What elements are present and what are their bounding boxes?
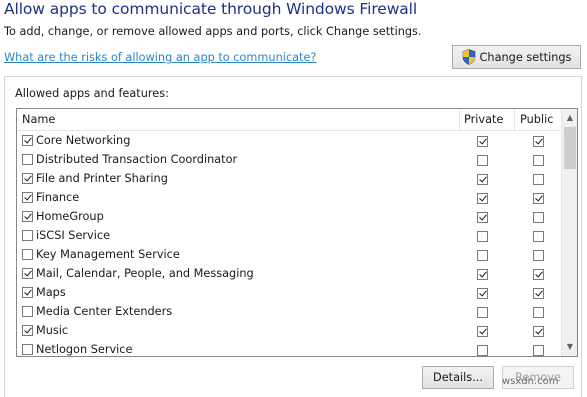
private-network-checkbox[interactable] xyxy=(477,193,488,204)
private-network-checkbox[interactable] xyxy=(477,155,488,166)
app-name-label: Music xyxy=(36,324,69,337)
app-name-cell: Media Center Extenders xyxy=(22,305,172,318)
column-divider xyxy=(459,109,460,131)
allowed-apps-title: Allowed apps and features: xyxy=(15,87,169,100)
private-network-checkbox[interactable] xyxy=(477,345,488,356)
app-enabled-checkbox[interactable] xyxy=(22,287,33,298)
app-enabled-checkbox[interactable] xyxy=(22,344,33,355)
app-name-cell: Netlogon Service xyxy=(22,343,132,356)
public-network-checkbox[interactable] xyxy=(533,269,544,280)
public-network-checkbox[interactable] xyxy=(533,250,544,261)
list-item[interactable]: File and Printer Sharing xyxy=(17,170,561,189)
change-settings-button[interactable]: Change settings xyxy=(452,45,581,69)
app-name-label: Finance xyxy=(36,191,80,204)
app-rows: Core Networking Distributed Transaction C… xyxy=(17,132,561,356)
private-network-checkbox[interactable] xyxy=(477,174,488,185)
private-network-checkbox[interactable] xyxy=(477,307,488,318)
app-enabled-checkbox[interactable] xyxy=(22,135,33,146)
app-name-label: Mail, Calendar, People, and Messaging xyxy=(36,267,254,280)
app-enabled-checkbox[interactable] xyxy=(22,325,33,336)
risks-link[interactable]: What are the risks of allowing an app to… xyxy=(4,51,316,64)
app-enabled-checkbox[interactable] xyxy=(22,268,33,279)
app-name-label: File and Printer Sharing xyxy=(36,172,168,185)
list-item[interactable]: Maps xyxy=(17,284,561,303)
app-enabled-checkbox[interactable] xyxy=(22,230,33,241)
column-divider xyxy=(514,109,515,131)
public-network-checkbox[interactable] xyxy=(533,174,544,185)
public-network-checkbox[interactable] xyxy=(533,345,544,356)
private-network-checkbox[interactable] xyxy=(477,231,488,242)
list-item[interactable]: Distributed Transaction Coordinator xyxy=(17,151,561,170)
list-item[interactable]: Netlogon Service xyxy=(17,341,561,356)
app-enabled-checkbox[interactable] xyxy=(22,154,33,165)
app-name-cell: File and Printer Sharing xyxy=(22,172,168,185)
private-network-checkbox[interactable] xyxy=(477,288,488,299)
details-button[interactable]: Details... xyxy=(422,366,494,389)
app-name-label: Distributed Transaction Coordinator xyxy=(36,153,238,166)
public-network-checkbox[interactable] xyxy=(533,288,544,299)
public-network-checkbox[interactable] xyxy=(533,231,544,242)
app-name-label: Core Networking xyxy=(36,134,131,147)
list-item[interactable]: Mail, Calendar, People, and Messaging xyxy=(17,265,561,284)
change-settings-label: Change settings xyxy=(479,50,572,64)
app-name-cell: HomeGroup xyxy=(22,210,104,223)
list-item[interactable]: Core Networking xyxy=(17,132,561,151)
app-name-cell: Distributed Transaction Coordinator xyxy=(22,153,237,166)
private-network-checkbox[interactable] xyxy=(477,250,488,261)
list-item[interactable]: Media Center Extenders xyxy=(17,303,561,322)
public-network-checkbox[interactable] xyxy=(533,212,544,223)
page-title: Allow apps to communicate through Window… xyxy=(4,0,418,18)
app-name-cell: iSCSI Service xyxy=(22,229,110,242)
public-network-checkbox[interactable] xyxy=(533,326,544,337)
app-enabled-checkbox[interactable] xyxy=(22,173,33,184)
app-name-cell: Maps xyxy=(22,286,66,299)
scroll-up-arrow-icon[interactable]: ▲ xyxy=(562,109,577,126)
public-network-checkbox[interactable] xyxy=(533,193,544,204)
app-name-cell: Finance xyxy=(22,191,79,204)
public-network-checkbox[interactable] xyxy=(533,307,544,318)
public-network-checkbox[interactable] xyxy=(533,155,544,166)
watermark-text: wsxdn.com xyxy=(502,376,559,387)
scroll-down-arrow-icon[interactable]: ▼ xyxy=(562,338,577,355)
list-item[interactable]: Key Management Service xyxy=(17,246,561,265)
column-header-public[interactable]: Public xyxy=(520,113,553,126)
app-name-cell: Core Networking xyxy=(22,134,130,147)
app-name-label: HomeGroup xyxy=(36,210,104,223)
uac-shield-icon xyxy=(462,49,475,65)
app-name-cell: Key Management Service xyxy=(22,248,180,261)
app-name-label: Netlogon Service xyxy=(36,343,133,356)
list-item[interactable]: iSCSI Service xyxy=(17,227,561,246)
firewall-allowed-apps-page: Allow apps to communicate through Window… xyxy=(0,0,587,397)
app-enabled-checkbox[interactable] xyxy=(22,211,33,222)
app-name-label: iSCSI Service xyxy=(36,229,111,242)
app-name-cell: Music xyxy=(22,324,68,337)
private-network-checkbox[interactable] xyxy=(477,269,488,280)
vertical-scrollbar[interactable]: ▲ ▼ xyxy=(561,109,577,356)
list-item[interactable]: Music xyxy=(17,322,561,341)
app-enabled-checkbox[interactable] xyxy=(22,192,33,203)
public-network-checkbox[interactable] xyxy=(533,136,544,147)
list-item[interactable]: Finance xyxy=(17,189,561,208)
column-header-name[interactable]: Name xyxy=(22,113,55,126)
private-network-checkbox[interactable] xyxy=(477,326,488,337)
column-header-private[interactable]: Private xyxy=(464,113,503,126)
page-subtitle: To add, change, or remove allowed apps a… xyxy=(4,25,422,38)
allowed-apps-list[interactable]: Name Private Public Core Networking Distr… xyxy=(16,108,578,357)
allowed-apps-group: Allowed apps and features: Name Private … xyxy=(4,76,582,397)
list-item[interactable]: HomeGroup xyxy=(17,208,561,227)
private-network-checkbox[interactable] xyxy=(477,212,488,223)
app-enabled-checkbox[interactable] xyxy=(22,249,33,260)
scroll-thumb[interactable] xyxy=(564,127,576,169)
app-enabled-checkbox[interactable] xyxy=(22,306,33,317)
app-name-label: Key Management Service xyxy=(36,248,180,261)
list-header: Name Private Public xyxy=(17,109,561,131)
private-network-checkbox[interactable] xyxy=(477,136,488,147)
app-name-label: Media Center Extenders xyxy=(36,305,173,318)
app-name-label: Maps xyxy=(36,286,66,299)
app-name-cell: Mail, Calendar, People, and Messaging xyxy=(22,267,254,280)
